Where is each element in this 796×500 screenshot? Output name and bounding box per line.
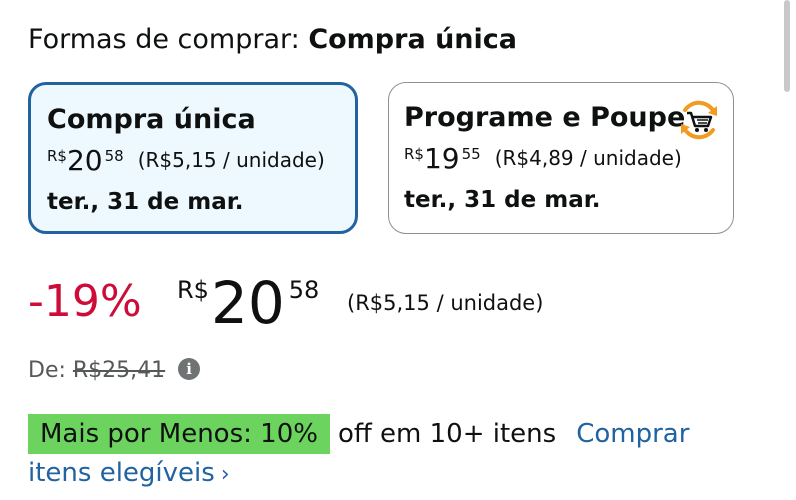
main-price-whole: 20 <box>210 269 285 337</box>
list-price-label: De: <box>28 358 66 383</box>
scrollbar[interactable] <box>784 0 790 92</box>
info-icon[interactable]: i <box>178 358 201 380</box>
delivery-date: ter., 31 de mar. <box>47 189 244 215</box>
list-price: De: R$25,41 i <box>28 356 201 386</box>
main-unit-price: (R$5,15 / unidade) <box>347 291 544 315</box>
price-symbol: R$ <box>47 147 67 165</box>
quantity-discount-promo: Mais por Menos: 10% off em 10+ itens Compr… <box>28 414 689 454</box>
shop-eligible-link-text[interactable]: itens elegíveis <box>28 458 215 488</box>
discount-percentage: -19% <box>28 276 142 327</box>
price-whole: 20 <box>66 144 103 177</box>
buying-options-label: Formas de comprar: <box>28 24 300 55</box>
buying-options-header: Formas de comprar: Compra única <box>28 22 517 58</box>
shop-eligible-link[interactable]: Comprar <box>576 419 689 449</box>
option-title: Compra única <box>47 104 256 135</box>
main-price: R$20 58 <box>177 266 319 340</box>
price-fraction: 58 <box>104 147 124 165</box>
delivery-date: ter., 31 de mar. <box>404 187 601 213</box>
price-symbol: R$ <box>404 145 424 163</box>
option-card-one-time[interactable]: Compra única R$20 58 (R$5,15 / unidade) te… <box>28 82 358 234</box>
shop-eligible-link-continued[interactable]: itens elegíveis › <box>28 454 230 494</box>
list-price-value: R$25,41 <box>72 358 166 383</box>
price-whole: 19 <box>423 142 460 175</box>
promo-badge: Mais por Menos: 10% <box>28 414 330 454</box>
main-price-symbol: R$ <box>177 276 209 304</box>
price-fraction: 55 <box>461 145 481 163</box>
option-card-subscribe-save[interactable]: Programe e Poupe R$19 55 (R$4,89 / unidade… <box>388 82 734 234</box>
subscribe-save-cart-icon <box>681 100 717 140</box>
chevron-right-icon: › <box>220 462 230 487</box>
option-price: R$20 58 (R$5,15 / unidade) <box>47 143 325 183</box>
selected-option-label: Compra única <box>308 24 517 55</box>
promo-text: off em 10+ itens <box>337 419 557 449</box>
option-title: Programe e Poupe <box>404 102 686 133</box>
unit-price: (R$5,15 / unidade) <box>137 148 325 172</box>
option-price: R$19 55 (R$4,89 / unidade) <box>404 141 682 181</box>
main-price-fraction: 58 <box>288 276 320 304</box>
unit-price: (R$4,89 / unidade) <box>494 146 682 170</box>
